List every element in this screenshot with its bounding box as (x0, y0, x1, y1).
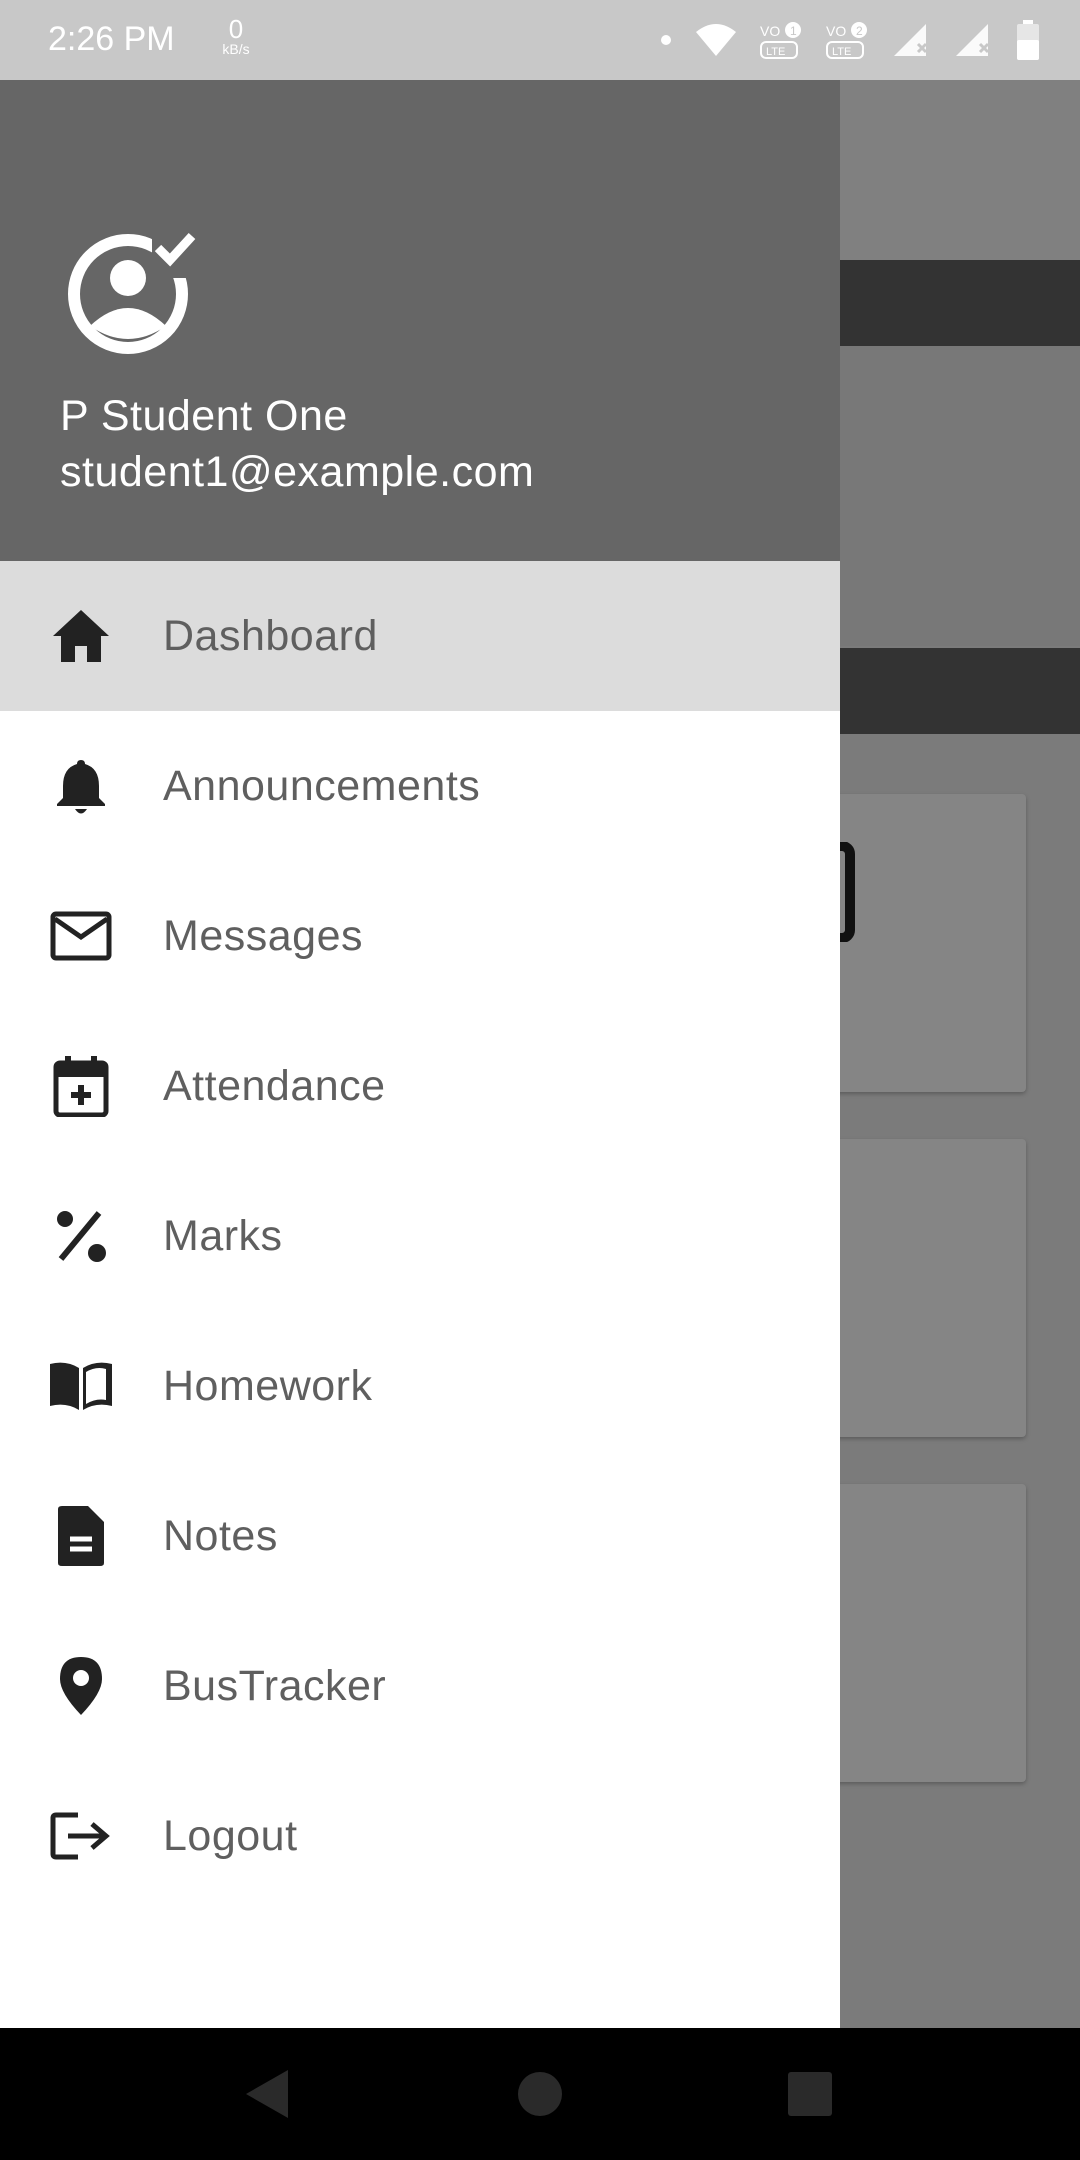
signal2-icon (956, 24, 990, 56)
drawer-menu: Dashboard Announcements Messages Attenda… (0, 561, 840, 1911)
drawer-header: P Student One student1@example.com (0, 80, 840, 561)
signal1-icon (894, 24, 928, 56)
file-document-icon (48, 1503, 114, 1569)
network-speed-value: 0 (228, 14, 244, 44)
menu-item-homework[interactable]: Homework (0, 1311, 840, 1461)
svg-text:LTE: LTE (766, 46, 785, 58)
back-icon[interactable] (244, 2068, 290, 2120)
dot-icon (661, 35, 671, 45)
wifi-icon (696, 24, 736, 56)
recents-icon[interactable] (786, 2070, 834, 2118)
menu-item-label: Attendance (163, 1061, 386, 1110)
navigation-drawer: P Student One student1@example.com Dashb… (0, 80, 840, 2028)
menu-item-label: Dashboard (163, 611, 378, 660)
calendar-plus-icon (48, 1053, 114, 1119)
network-speed: 0 kB/s (216, 16, 256, 56)
menu-item-label: Announcements (163, 761, 481, 810)
svg-text:2: 2 (856, 24, 863, 38)
book-open-icon (48, 1353, 114, 1419)
menu-item-label: Marks (163, 1211, 283, 1260)
user-email: student1@example.com (60, 448, 535, 496)
volte2-icon: VO 2 LTE (826, 22, 867, 59)
svg-text:VO: VO (760, 23, 780, 39)
menu-item-announcements[interactable]: Announcements (0, 711, 840, 861)
system-nav-bar (0, 2028, 1080, 2160)
svg-text:LTE: LTE (832, 46, 851, 58)
menu-item-label: BusTracker (163, 1661, 387, 1710)
menu-item-notes[interactable]: Notes (0, 1461, 840, 1611)
menu-item-dashboard[interactable]: Dashboard (0, 561, 840, 711)
menu-item-attendance[interactable]: Attendance (0, 1011, 840, 1161)
menu-item-label: Homework (163, 1361, 373, 1410)
status-time: 2:26 PM (48, 20, 175, 58)
percent-icon (48, 1203, 114, 1269)
mail-icon (48, 903, 114, 969)
menu-item-label: Notes (163, 1511, 278, 1560)
svg-text:1: 1 (790, 24, 797, 38)
battery-icon (1017, 20, 1039, 60)
logout-icon (48, 1803, 114, 1869)
home-icon (48, 603, 114, 669)
user-name: P Student One (60, 392, 348, 440)
menu-item-messages[interactable]: Messages (0, 861, 840, 1011)
status-icons: VO 1 LTE VO 2 LTE (660, 18, 1040, 62)
menu-item-marks[interactable]: Marks (0, 1161, 840, 1311)
map-marker-icon (48, 1653, 114, 1719)
menu-item-logout[interactable]: Logout (0, 1761, 840, 1911)
bell-icon (48, 753, 114, 819)
network-speed-unit: kB/s (222, 41, 250, 57)
volte1-icon: VO 1 LTE (760, 22, 801, 59)
status-bar: 2:26 PM 0 kB/s VO 1 LTE VO 2 LTE (0, 0, 1080, 80)
menu-item-bustracker[interactable]: BusTracker (0, 1611, 840, 1761)
menu-item-label: Messages (163, 911, 363, 960)
account-check-icon (68, 228, 200, 354)
svg-text:VO: VO (826, 23, 846, 39)
home-circle-icon[interactable] (516, 2070, 564, 2118)
menu-item-label: Logout (163, 1811, 298, 1860)
